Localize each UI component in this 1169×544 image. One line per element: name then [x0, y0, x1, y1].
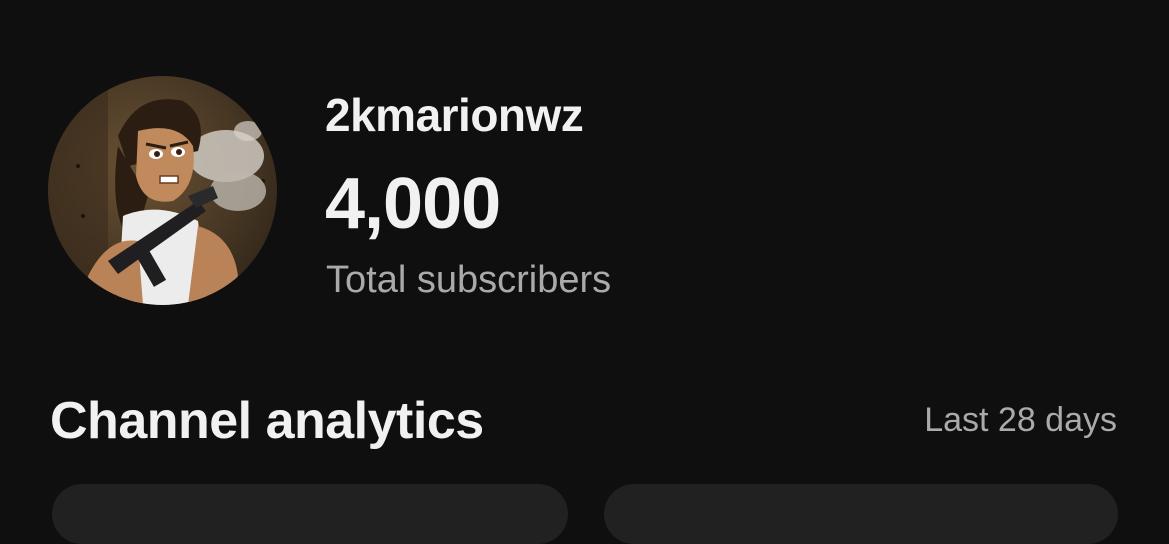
subscriber-count: 4,000 [325, 164, 501, 244]
channel-name: 2kmarionwz [325, 89, 584, 141]
channel-analytics-heading: Channel analytics [50, 392, 484, 450]
date-range-selector[interactable]: Last 28 days [924, 401, 1117, 440]
subscriber-label: Total subscribers [326, 259, 612, 301]
analytics-card[interactable] [52, 484, 568, 544]
channel-avatar[interactable] [48, 76, 277, 305]
analytics-card[interactable] [604, 484, 1118, 544]
avatar-image [48, 76, 277, 305]
